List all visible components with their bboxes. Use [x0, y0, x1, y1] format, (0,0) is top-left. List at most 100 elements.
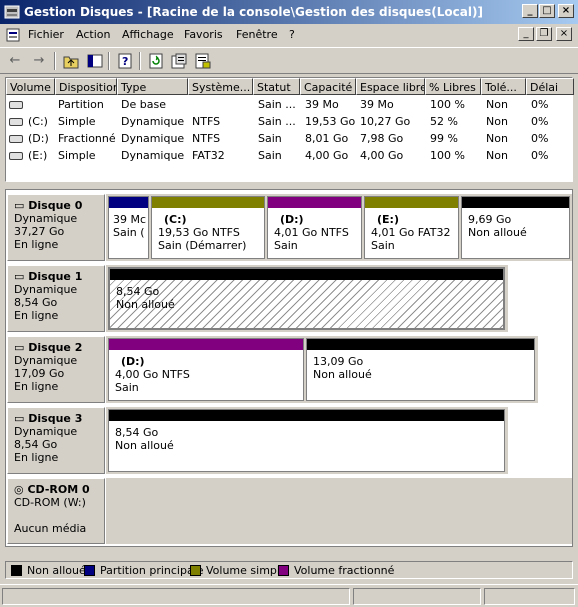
- column-header-type[interactable]: Type: [117, 78, 188, 95]
- close-button[interactable]: ×: [558, 4, 574, 18]
- table-cell: Non: [486, 115, 508, 128]
- partition-system[interactable]: 39 Mc Sain (: [108, 196, 149, 259]
- table-cell: 19,53 Go: [305, 115, 356, 128]
- disk-icon: ▭: [14, 270, 25, 283]
- table-cell: Non: [486, 132, 508, 145]
- column-header-delai[interactable]: Délai: [526, 78, 574, 95]
- toolbar-separator: [108, 52, 110, 70]
- table-row[interactable]: (C:) Simple Dynamique NTFS Sain ... 19,5…: [8, 115, 548, 131]
- child-minimize-button[interactable]: _: [518, 27, 534, 41]
- menu-help[interactable]: ?: [289, 28, 295, 41]
- table-cell: Sain: [258, 149, 282, 162]
- cdrom-0-label[interactable]: ◎ CD-ROM 0 CD-ROM (W:) Aucun média: [7, 478, 105, 544]
- menu-fenetre[interactable]: Fenêtre: [236, 28, 278, 41]
- svg-text:?: ?: [122, 55, 128, 68]
- partition-d[interactable]: (D:) 4,01 Go NTFS Sain: [267, 196, 362, 259]
- menu-action[interactable]: Action: [76, 28, 110, 41]
- column-header-capacite[interactable]: Capacité: [300, 78, 356, 95]
- partition-name: (D:): [121, 355, 145, 368]
- table-cell: Non: [486, 149, 508, 162]
- console-tree-icon[interactable]: [86, 52, 104, 70]
- partition-status: Sain: [274, 239, 298, 252]
- column-header-systeme[interactable]: Système...: [188, 78, 253, 95]
- partition-status: Non alloué: [468, 226, 527, 239]
- back-arrow-icon[interactable]: ←: [6, 52, 24, 70]
- partition-color-bar: [307, 339, 534, 350]
- disk-0-label[interactable]: ▭ Disque 0 Dynamique 37,27 Go En ligne: [7, 194, 105, 261]
- partition-unallocated-selected[interactable]: 8,54 Go Non alloué: [108, 267, 505, 330]
- partition-unallocated[interactable]: 8,54 Go Non alloué: [108, 409, 505, 472]
- table-row[interactable]: (E:) Simple Dynamique FAT32 Sain 4,00 Go…: [8, 149, 548, 165]
- partition-c[interactable]: (C:) 19,53 Go NTFS Sain (Démarrer): [151, 196, 265, 259]
- disk-size: 37,27 Go: [14, 225, 65, 238]
- partition-status: Non alloué: [115, 439, 174, 452]
- disk-1-label[interactable]: ▭ Disque 1 Dynamique 8,54 Go En ligne: [7, 265, 105, 332]
- menu-favoris[interactable]: Favoris: [184, 28, 223, 41]
- partition-color-bar: [109, 339, 303, 350]
- table-row[interactable]: (D:) Fractionné Dynamique NTFS Sain 8,01…: [8, 132, 548, 148]
- cdrom-status: Aucun média: [14, 522, 87, 535]
- child-restore-button[interactable]: ❐: [536, 27, 552, 41]
- table-cell: Partition: [58, 98, 104, 111]
- volume-icon: [9, 118, 23, 126]
- partition-unallocated[interactable]: 9,69 Go Non alloué: [461, 196, 570, 259]
- table-cell: 0%: [531, 132, 548, 145]
- disk-status: En ligne: [14, 309, 59, 322]
- toolbar-separator: [139, 52, 141, 70]
- cdrom-0-area: [106, 478, 572, 544]
- partition-status: Sain (: [113, 226, 145, 239]
- export-icon[interactable]: [194, 52, 212, 70]
- partition-color-bar: [268, 197, 361, 208]
- forward-arrow-icon[interactable]: →: [30, 52, 48, 70]
- child-close-button[interactable]: ×: [556, 27, 572, 41]
- disk-3-label[interactable]: ▭ Disque 3 Dynamique 8,54 Go En ligne: [7, 407, 105, 474]
- disk-icon: ▭: [14, 199, 25, 212]
- column-header-statut[interactable]: Statut: [253, 78, 300, 95]
- partition-status: Sain: [115, 381, 139, 394]
- disk-management-icon: [4, 4, 20, 20]
- table-cell: De base: [121, 98, 166, 111]
- mmc-doc-icon[interactable]: [6, 28, 20, 45]
- minimize-button[interactable]: _: [522, 4, 538, 18]
- disk-status: En ligne: [14, 451, 59, 464]
- partition-size: 9,69 Go: [468, 213, 512, 226]
- partition-size: 8,54 Go: [116, 285, 160, 298]
- disk-name: Disque 3: [28, 412, 83, 425]
- menu-affichage[interactable]: Affichage: [122, 28, 174, 41]
- partition-e[interactable]: (E:) 4,01 Go FAT32 Sain: [364, 196, 459, 259]
- maximize-button[interactable]: □: [539, 4, 555, 18]
- column-header-tolerance[interactable]: Tolé...: [481, 78, 526, 95]
- disk-name: Disque 2: [28, 341, 83, 354]
- legend: Non alloué Partition principale Volume s…: [5, 561, 573, 579]
- disk-2-label[interactable]: ▭ Disque 2 Dynamique 17,09 Go En ligne: [7, 336, 105, 403]
- legend-label: Partition principale: [100, 564, 204, 577]
- column-header-disposition[interactable]: Disposition: [55, 78, 117, 95]
- properties-icon[interactable]: [170, 52, 188, 70]
- table-row[interactable]: Partition De base Sain ... 39 Mo 39 Mo 1…: [8, 98, 548, 114]
- menu-fichier[interactable]: Fichier: [28, 28, 64, 41]
- column-header-pct-libres[interactable]: % Libres: [425, 78, 481, 95]
- title-bar: Gestion Disques - [Racine de la console\…: [0, 0, 578, 24]
- partition-color-bar: [152, 197, 264, 208]
- partition-size: 4,00 Go NTFS: [115, 368, 190, 381]
- toolbar: ← → ?: [0, 47, 578, 74]
- partition-size: 19,53 Go NTFS: [158, 226, 240, 239]
- column-header-espace-libre[interactable]: Espace libre: [356, 78, 425, 95]
- partition-d[interactable]: (D:) 4,00 Go NTFS Sain: [108, 338, 304, 401]
- legend-label: Volume fractionné: [294, 564, 395, 577]
- volume-icon: [9, 101, 23, 109]
- help-icon[interactable]: ?: [116, 52, 134, 70]
- disk-type: Dynamique: [14, 212, 78, 225]
- disk-0-partitions: 39 Mc Sain ( (C:) 19,53 Go NTFS Sain (Démar…: [106, 194, 572, 261]
- status-pane: [484, 588, 575, 605]
- disk-type: Dynamique: [14, 354, 78, 367]
- status-pane: [353, 588, 481, 605]
- column-header-volume[interactable]: Volume: [6, 78, 55, 95]
- up-folder-icon[interactable]: [62, 52, 80, 70]
- partition-color-bar: [109, 410, 504, 421]
- partition-unallocated[interactable]: 13,09 Go Non alloué: [306, 338, 535, 401]
- menu-bar: Fichier Action Affichage Favoris Fenêtre…: [0, 24, 578, 46]
- legend-swatch-spanned: [278, 565, 289, 576]
- refresh-icon[interactable]: [147, 52, 165, 70]
- disk-2-partitions: (D:) 4,00 Go NTFS Sain 13,09 Go Non alloué: [106, 336, 538, 403]
